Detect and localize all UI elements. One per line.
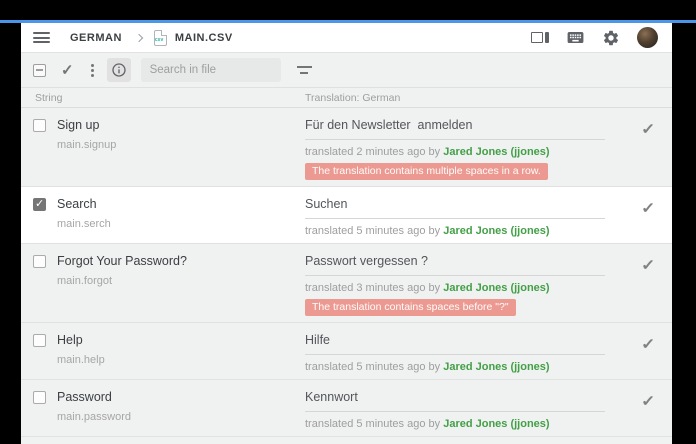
author-link[interactable]: Jared Jones (jjones) [443, 146, 549, 158]
translation-field[interactable]: Kennwort [305, 390, 605, 412]
column-header-string: String [21, 92, 305, 104]
table-header: String Translation: German [21, 87, 672, 108]
asset-id: main.serch [57, 218, 111, 230]
translation-field[interactable]: Passwort vergessen ? [305, 254, 605, 276]
source-string[interactable]: Help [57, 333, 105, 347]
side-panel-icon[interactable] [531, 32, 549, 43]
author-link[interactable]: Jared Jones (jjones) [443, 361, 549, 373]
mark-translated-icon[interactable]: ✓ [61, 61, 74, 79]
table-row[interactable]: Password main.password Kennwort translat… [21, 380, 672, 437]
author-link[interactable]: Jared Jones (jjones) [443, 418, 549, 430]
user-avatar[interactable] [637, 27, 658, 48]
row-checkbox[interactable] [33, 198, 46, 211]
asset-id: main.forgot [57, 275, 187, 287]
translated-check-icon[interactable]: ✓ [641, 256, 655, 316]
search-input[interactable] [141, 58, 281, 82]
row-checkbox[interactable] [33, 119, 46, 132]
row-checkbox[interactable] [33, 334, 46, 347]
translated-check-icon[interactable]: ✓ [641, 335, 655, 373]
info-icon [111, 62, 127, 78]
table-row[interactable]: Forgot Your Password? main.forgot Passwo… [21, 244, 672, 323]
translation-meta: translated 5 minutes ago by Jared Jones … [305, 361, 605, 373]
app-window: GERMAN csv MAIN.CSV ✓ String Translation… [21, 23, 672, 444]
select-all-checkbox[interactable] [33, 64, 46, 77]
warning-badge: The translation contains spaces before "… [305, 299, 516, 316]
row-checkbox[interactable] [33, 391, 46, 404]
translation-field[interactable]: Für den Newsletter anmelden [305, 118, 605, 140]
translation-meta: translated 5 minutes ago by Jared Jones … [305, 418, 605, 430]
translated-ago-text: translated 3 minutes ago by [305, 282, 443, 294]
translation-field[interactable]: Suchen [305, 197, 605, 219]
top-accent-bar [0, 20, 696, 23]
table-row[interactable]: Help main.help Hilfe translated 5 minute… [21, 323, 672, 380]
settings-gear-icon[interactable] [602, 29, 620, 47]
translation-field[interactable]: Hilfe [305, 333, 605, 355]
asset-id: main.password [57, 411, 131, 423]
toolbar: ✓ [21, 53, 672, 87]
source-string[interactable]: Forgot Your Password? [57, 254, 187, 268]
asset-id: main.signup [57, 139, 116, 151]
table-row[interactable]: Search main.serch Suchen translated 5 mi… [21, 187, 672, 244]
translated-check-icon[interactable]: ✓ [641, 199, 655, 237]
breadcrumb-locale[interactable]: GERMAN [70, 32, 122, 44]
more-options-icon[interactable] [91, 69, 94, 72]
titlebar: GERMAN csv MAIN.CSV [21, 23, 672, 53]
source-string[interactable]: Search [57, 197, 111, 211]
menu-icon[interactable] [33, 32, 50, 43]
keyboard-icon[interactable] [566, 28, 585, 47]
translated-check-icon[interactable]: ✓ [641, 120, 655, 180]
chevron-right-icon [135, 33, 143, 41]
translated-ago-text: translated 5 minutes ago by [305, 361, 443, 373]
asset-id: main.help [57, 354, 105, 366]
source-string[interactable]: Sign up [57, 118, 116, 132]
table-row[interactable]: Sign up main.signup Für den Newsletter a… [21, 108, 672, 187]
column-header-translation: Translation: German [305, 92, 672, 104]
csv-file-icon: csv [154, 30, 167, 46]
filter-icon[interactable] [297, 66, 312, 74]
translated-ago-text: translated 5 minutes ago by [305, 418, 443, 430]
translation-meta: translated 5 minutes ago by Jared Jones … [305, 225, 605, 237]
author-link[interactable]: Jared Jones (jjones) [443, 225, 549, 237]
translation-meta: translated 2 minutes ago by Jared Jones … [305, 146, 605, 158]
info-button[interactable] [107, 58, 131, 82]
source-string[interactable]: Password [57, 390, 131, 404]
author-link[interactable]: Jared Jones (jjones) [443, 282, 549, 294]
breadcrumb-file-name[interactable]: MAIN.CSV [175, 32, 233, 44]
translation-meta: translated 3 minutes ago by Jared Jones … [305, 282, 605, 294]
table-row[interactable]: Log in Anmelden ✓ [21, 437, 672, 444]
translated-ago-text: translated 5 minutes ago by [305, 225, 443, 237]
warning-badge: The translation contains multiple spaces… [305, 163, 548, 180]
translated-check-icon[interactable]: ✓ [641, 392, 655, 430]
row-checkbox[interactable] [33, 255, 46, 268]
translated-ago-text: translated 2 minutes ago by [305, 146, 443, 158]
string-list: Sign up main.signup Für den Newsletter a… [21, 108, 672, 444]
